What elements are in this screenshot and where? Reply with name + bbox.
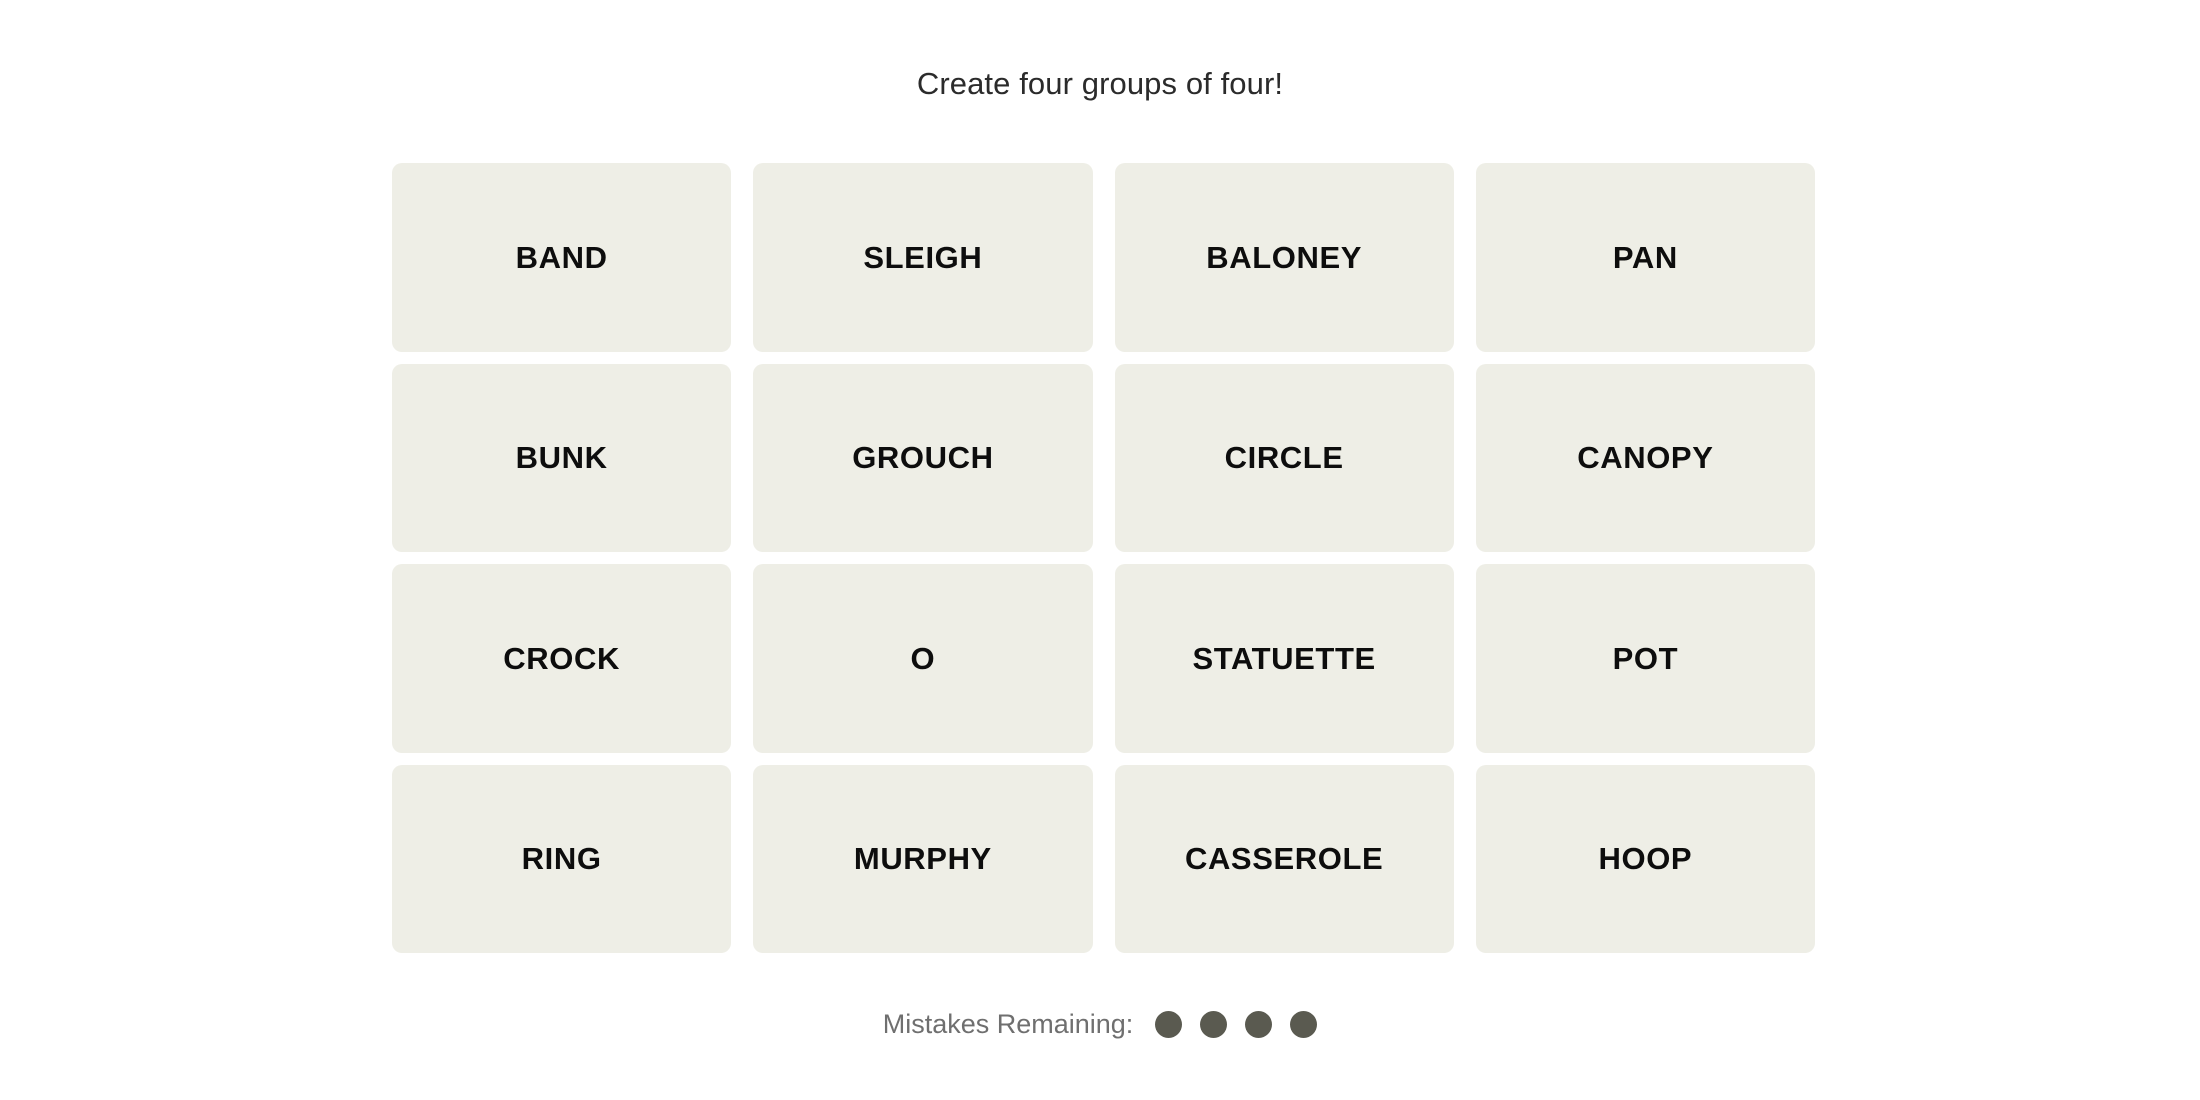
connections-game-screen: Create four groups of four! BAND SLEIGH … bbox=[0, 0, 2200, 1100]
word-tile[interactable]: GROUCH bbox=[753, 363, 1093, 552]
mistakes-dots bbox=[1155, 1010, 1318, 1038]
word-tile[interactable]: HOOP bbox=[1475, 764, 1815, 953]
word-tile[interactable]: O bbox=[753, 564, 1093, 753]
word-tile-label: CANOPY bbox=[1577, 440, 1714, 476]
word-tile[interactable]: CANOPY bbox=[1475, 363, 1815, 552]
word-tile-label: CIRCLE bbox=[1224, 440, 1344, 476]
mistake-dot-icon bbox=[1290, 1010, 1318, 1038]
word-tile[interactable]: PAN bbox=[1475, 163, 1815, 352]
mistakes-remaining-label: Mistakes Remaining: bbox=[882, 1008, 1134, 1039]
word-tile-label: CROCK bbox=[503, 640, 620, 676]
mistakes-remaining-bar: Mistakes Remaining: bbox=[0, 1000, 2200, 1048]
word-tile[interactable]: SLEIGH bbox=[753, 163, 1093, 352]
word-tile-label: BUNK bbox=[515, 440, 608, 476]
word-tile-label: STATUETTE bbox=[1192, 640, 1376, 676]
word-tile[interactable]: BAND bbox=[392, 163, 732, 352]
page-title: Create four groups of four! bbox=[916, 66, 1284, 101]
word-tile-label: O bbox=[910, 640, 936, 676]
word-tile-label: BALONEY bbox=[1206, 239, 1362, 275]
word-tile[interactable]: STATUETTE bbox=[1114, 564, 1454, 753]
word-tile[interactable]: BALONEY bbox=[1114, 163, 1454, 352]
word-tile[interactable]: CROCK bbox=[392, 564, 732, 753]
word-grid: BAND SLEIGH BALONEY PAN BUNK GROUCH CIRC… bbox=[392, 163, 1815, 953]
mistake-dot-icon bbox=[1200, 1010, 1228, 1038]
word-tile[interactable]: CASSEROLE bbox=[1114, 764, 1454, 953]
word-tile-label: GROUCH bbox=[852, 440, 994, 476]
word-tile-label: BAND bbox=[515, 239, 608, 275]
word-tile-label: POT bbox=[1612, 640, 1679, 676]
word-tile[interactable]: POT bbox=[1475, 564, 1815, 753]
word-tile-label: RING bbox=[521, 841, 602, 877]
mistake-dot-icon bbox=[1245, 1010, 1273, 1038]
word-tile-label: HOOP bbox=[1598, 841, 1693, 877]
word-tile-label: CASSEROLE bbox=[1184, 841, 1384, 877]
mistake-dot-icon bbox=[1155, 1010, 1183, 1038]
word-tile-label: PAN bbox=[1612, 239, 1678, 275]
word-tile[interactable]: CIRCLE bbox=[1114, 363, 1454, 552]
word-tile[interactable]: RING bbox=[392, 764, 732, 953]
word-tile[interactable]: MURPHY bbox=[753, 764, 1093, 953]
word-tile[interactable]: BUNK bbox=[392, 363, 732, 552]
word-tile-label: SLEIGH bbox=[863, 239, 983, 275]
word-tile-label: MURPHY bbox=[853, 841, 992, 877]
